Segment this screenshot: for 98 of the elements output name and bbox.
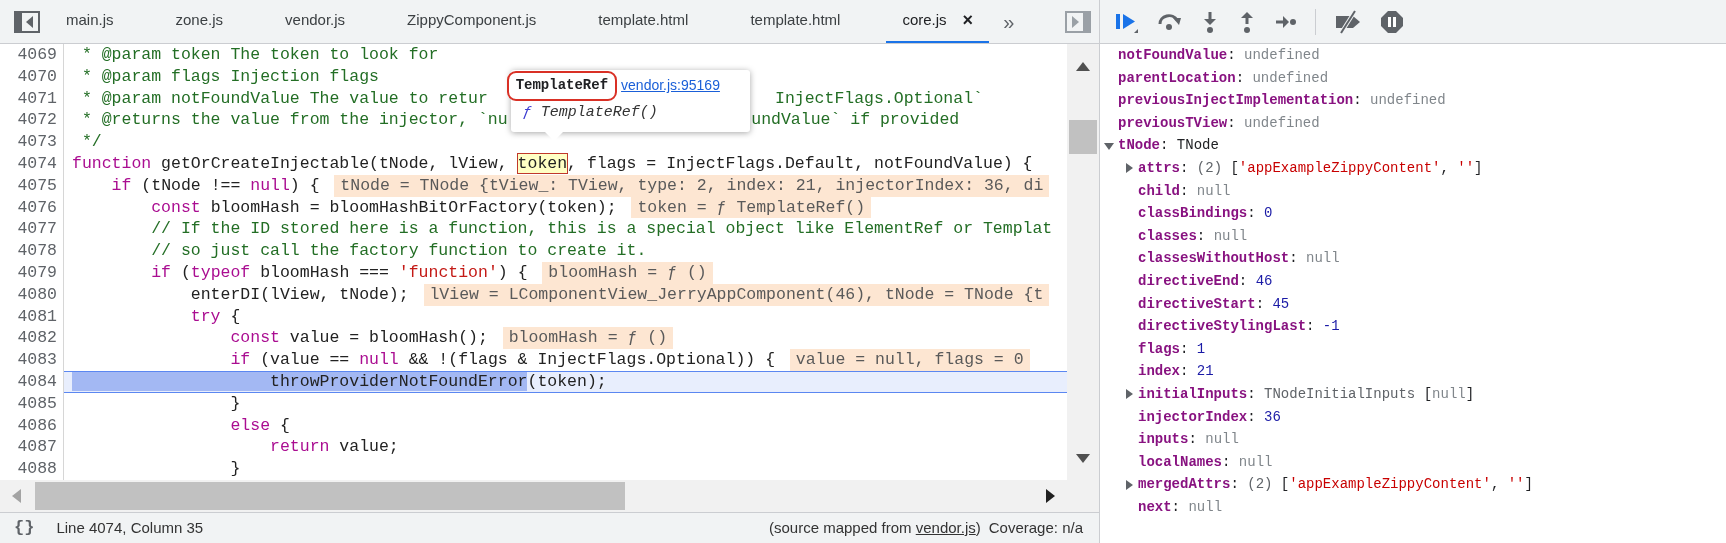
code-text: InjectFlags.Optional` [775, 87, 983, 110]
line-number: 4072 [0, 109, 64, 132]
property-entry: classBindings: 0 [1138, 204, 1273, 224]
sidebar-toggle-icon[interactable] [14, 10, 40, 33]
code-text: * @param token The token to look for [80, 44, 439, 66]
property-entry: index: 21 [1138, 362, 1214, 382]
line-number: 4082 [0, 327, 64, 350]
line-number: 4069 [0, 44, 64, 66]
property-entry: previousInjectImplementation: undefined [1118, 91, 1446, 111]
source-mapping-note: (source mapped from vendor.js) [769, 517, 981, 538]
code-text: * @param flags Injection flags [80, 65, 379, 88]
file-tab[interactable]: template.html [582, 0, 705, 43]
line-number: 4074 [0, 153, 64, 175]
more-tabs-button[interactable]: » [1003, 6, 1015, 37]
property-entry: directiveStylingLast: -1 [1138, 317, 1340, 337]
code-text: undValue` if provided [751, 109, 960, 132]
property-entry: flags: 1 [1138, 339, 1206, 359]
scroll-up-icon[interactable] [1076, 62, 1090, 71]
line-number: 4078 [0, 240, 64, 262]
property-entry: child: null [1138, 181, 1231, 201]
property-entry: directiveStart: 45 [1138, 294, 1290, 314]
property-entry: next: null [1138, 497, 1223, 517]
inline-value: bloomHash = ƒ () [542, 261, 713, 284]
expand-arrow-icon[interactable] [1124, 479, 1134, 490]
expand-arrow-icon[interactable] [1124, 389, 1134, 400]
code-text: const value = bloomHash(); [229, 327, 488, 350]
inline-value: bloomHash = ƒ () [502, 327, 674, 350]
line-number: 4081 [0, 305, 64, 328]
code-text: // If the ID stored here is a function, this is a special object like ElementRef or Templat [150, 218, 1053, 241]
property-entry: inputs: null [1138, 430, 1239, 450]
line-number: 4070 [0, 65, 64, 88]
line-number: 4088 [0, 458, 64, 480]
property-entry: attrs: (2) ['appExampleZippyContent', ''] [1138, 158, 1483, 178]
property-entry: notFoundValue: undefined [1118, 46, 1320, 65]
line-number: 4073 [0, 131, 64, 153]
vertical-scrollbar[interactable] [1067, 44, 1099, 480]
debugger-panel-toggle-icon[interactable] [1065, 10, 1091, 33]
line-number: 4071 [0, 87, 64, 110]
code-text: const bloomHash = bloomHashBitOrFactory(token); [150, 196, 617, 219]
coverage-status: Coverage: n/a [988, 517, 1083, 538]
line-number: 4086 [0, 414, 64, 437]
pretty-print-button[interactable]: {} [14, 515, 35, 541]
inline-value: lView = LComponentView_JerryAppComponent(46), tNode = TNode {t [423, 283, 1050, 306]
code-text: if (tNode !== null) { [110, 174, 320, 197]
line-number: 4080 [0, 283, 64, 306]
file-tab[interactable]: main.js [50, 0, 130, 43]
line-number: 4077 [0, 218, 64, 241]
scrollbar-thumb[interactable] [1069, 120, 1097, 154]
line-number: 4085 [0, 392, 64, 415]
expand-arrow-icon[interactable] [1124, 163, 1134, 174]
line-number: 4087 [0, 436, 64, 459]
code-text: * @returns the value from the injector, `nu [80, 109, 508, 132]
code-text: function getOrCreateInjectable(tNode, lView, token, flags = InjectFlags.Default, notFoundValue) { [72, 153, 1033, 175]
popover-title: TemplateRef [506, 71, 618, 101]
pause-on-exceptions-icon[interactable] [1380, 9, 1404, 34]
code-text: if (value == null && !(flags & InjectFlags.Optional)) { [229, 349, 776, 371]
line-number: 4079 [0, 261, 64, 284]
scroll-right-icon[interactable] [1046, 489, 1055, 503]
horizontal-scrollbar[interactable] [0, 480, 1099, 512]
property-entry: classes: null [1138, 226, 1248, 246]
property-entry: parentLocation: undefined [1118, 68, 1329, 88]
inline-value: token = ƒ TemplateRef() [631, 196, 872, 219]
line-number: 4075 [0, 174, 64, 197]
source-link[interactable]: vendor.js:95169 [621, 75, 720, 97]
code-text: return value; [269, 436, 399, 459]
file-tab[interactable]: vendor.js [269, 0, 362, 43]
property-entry: tNode: TNode [1118, 136, 1219, 156]
file-tab[interactable]: template.html [734, 0, 857, 43]
code-text: if (typeof bloomHash === 'function') { [150, 261, 528, 284]
property-entry: initialInputs: TNodeInitialInputs [null] [1138, 384, 1475, 404]
code-text: */ [80, 131, 102, 153]
line-number: 4076 [0, 196, 64, 219]
file-tab[interactable]: core.js × [886, 0, 990, 43]
code-text: else { [229, 414, 290, 437]
property-entry: directiveEnd: 46 [1138, 271, 1273, 291]
collapse-arrow-icon[interactable] [1104, 140, 1114, 151]
property-entry: localNames: null [1138, 452, 1273, 472]
property-entry: mergedAttrs: (2) ['appExampleZippyContent', ''] [1138, 475, 1533, 495]
scrollbar-thumb[interactable] [35, 482, 625, 510]
code-text: } [229, 392, 241, 415]
inline-value: value = null, flags = 0 [789, 349, 1030, 371]
code-text: try { [189, 305, 241, 328]
function-signature: ƒ TemplateRef() [521, 103, 659, 123]
code-text: } [229, 458, 241, 480]
cursor-position: Line 4074, Column 35 [56, 517, 204, 538]
code-text: enterDI(lView, tNode); [189, 283, 409, 306]
source-link[interactable]: vendor.js [915, 518, 976, 536]
code-text: * @param notFoundValue The value to retur [80, 87, 488, 110]
inline-value: tNode = TNode {tView_: TView, type: 2, index: 21, injectorIndex: 36, di [334, 174, 1050, 197]
code-text: // so just call the factory function to create it. [150, 240, 647, 262]
property-entry: previousTView: undefined [1118, 113, 1320, 133]
property-entry: classesWithoutHost: null [1138, 249, 1340, 269]
property-entry: injectorIndex: 36 [1138, 407, 1281, 427]
line-number: 4083 [0, 349, 64, 371]
close-icon[interactable]: × [962, 7, 974, 34]
file-tab[interactable]: ZippyComponent.js [391, 0, 553, 43]
file-tab[interactable]: zone.js [159, 0, 240, 43]
scroll-down-icon[interactable] [1076, 454, 1090, 463]
